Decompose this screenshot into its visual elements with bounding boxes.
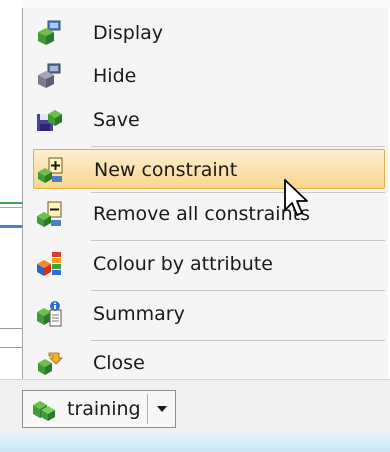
- menu-separator: [91, 240, 385, 241]
- menu-item-label: Colour by attribute: [93, 253, 273, 275]
- cube-add-constraint-icon: [38, 157, 63, 183]
- background-window-top: [0, 0, 390, 8]
- cube-summary-icon: [37, 301, 62, 327]
- menu-item-colour-by-attribute[interactable]: Colour by attribute: [33, 244, 385, 284]
- chevron-down-icon[interactable]: [157, 406, 167, 412]
- menu-item-new-constraint[interactable]: New constraint: [33, 149, 385, 189]
- menu-item-label: Hide: [93, 65, 137, 87]
- menu-separator: [91, 146, 385, 147]
- grey-cube-monitor-icon: [38, 63, 61, 88]
- menu-item-label: Close: [93, 352, 145, 374]
- menu-item-display[interactable]: Display: [33, 13, 385, 53]
- cube-close-icon: [38, 352, 63, 375]
- colour-attribute-icon: [37, 252, 61, 276]
- training-taskbar-button[interactable]: training: [22, 390, 176, 428]
- menu-item-hide[interactable]: Hide: [33, 56, 385, 96]
- background-green-line-2: [0, 207, 22, 208]
- menu-item-close[interactable]: Close: [33, 343, 385, 383]
- menu-item-label: New constraint: [94, 159, 238, 181]
- background-grey-line: [0, 328, 22, 329]
- menu-item-label: Save: [93, 109, 140, 131]
- floppy-cube-icon: [37, 110, 62, 131]
- background-grey-line-2: [0, 347, 22, 348]
- menu-item-save[interactable]: Save: [33, 100, 385, 140]
- background-blue-line: [0, 225, 22, 228]
- cube-monitor-icon: [38, 20, 61, 45]
- context-menu: Display Hide Save New constraint Remove …: [22, 8, 388, 379]
- menu-item-label: Remove all constraints: [93, 203, 310, 225]
- menu-separator: [91, 340, 385, 341]
- cube-remove-constraints-icon: [37, 201, 62, 227]
- button-divider: [147, 394, 148, 424]
- background-green-line: [0, 202, 22, 204]
- taskbar: training: [0, 379, 390, 434]
- menu-item-label: Summary: [93, 303, 185, 325]
- mouse-pointer-icon: [284, 179, 308, 216]
- bottom-status-bar: [0, 434, 390, 452]
- background-window-left: [0, 0, 22, 380]
- menu-item-summary[interactable]: Summary: [33, 294, 385, 334]
- menu-item-remove-all-constraints[interactable]: Remove all constraints: [33, 194, 385, 234]
- cube-icon: [33, 401, 55, 421]
- menu-item-label: Display: [93, 22, 164, 44]
- taskbar-button-label: training: [67, 398, 141, 420]
- menu-separator: [91, 290, 385, 291]
- menu-separator: [91, 192, 385, 193]
